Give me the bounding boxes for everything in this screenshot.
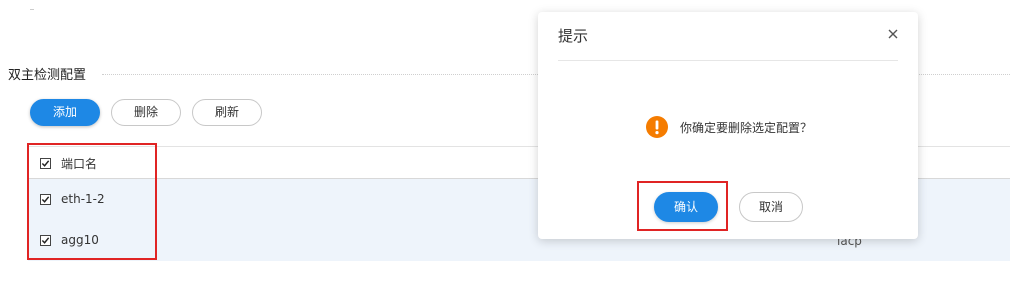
row-checkbox[interactable] <box>40 234 51 246</box>
confirm-button[interactable]: 确认 <box>654 192 718 222</box>
table-row[interactable]: agg10 <box>40 232 99 248</box>
select-all-checkbox[interactable] <box>40 157 51 169</box>
row-checkbox[interactable] <box>40 193 51 205</box>
delete-button[interactable]: 删除 <box>111 99 181 126</box>
dialog-message: 你确定要删除选定配置？ <box>646 116 812 138</box>
checkmark-icon <box>41 195 50 203</box>
add-button[interactable]: 添加 <box>30 99 100 126</box>
checkmark-icon <box>41 159 50 167</box>
table-row[interactable]: eth-1-2 <box>40 191 105 207</box>
confirm-dialog: 提示 你确定要删除选定配置？ 确认 取消 <box>538 12 918 239</box>
refresh-button[interactable]: 刷新 <box>192 99 262 126</box>
warning-icon <box>646 116 668 138</box>
dialog-title: 提示 <box>558 27 589 45</box>
port-name-cell: eth-1-2 <box>61 192 105 206</box>
cancel-button[interactable]: 取消 <box>739 192 803 222</box>
table-header-row: 端口名 <box>40 155 97 171</box>
close-icon[interactable] <box>886 26 900 40</box>
checkmark-icon <box>41 236 50 244</box>
page: 双主检测配置 添加 删除 刷新 端口名 eth-1-2 agg10 lacp 提… <box>0 0 1010 295</box>
decorative-dot <box>30 9 34 10</box>
dialog-divider <box>558 60 898 61</box>
column-header-port-name: 端口名 <box>61 156 98 171</box>
port-name-cell: agg10 <box>61 233 99 247</box>
dialog-message-text: 你确定要删除选定配置？ <box>680 120 813 135</box>
section-title: 双主检测配置 <box>8 68 87 83</box>
